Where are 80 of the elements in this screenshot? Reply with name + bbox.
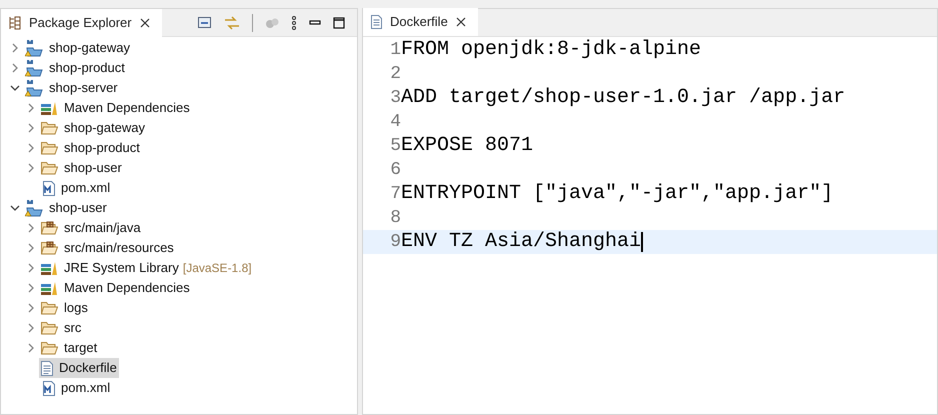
line-number: 2 [389,62,401,86]
collapsed-chevron-icon[interactable] [28,143,34,153]
tab-label: Dockerfile [390,13,448,32]
folder-icon [41,321,58,335]
collapsed-chevron-icon[interactable] [28,303,34,313]
source-folder-icon [41,241,58,255]
tab-label: Package Explorer [29,14,132,32]
line-number: 3 [389,86,401,110]
tree-item[interactable]: src/main/java [39,218,143,238]
code-text: ADD target/shop-user-1.0.jar /app.jar [401,85,846,111]
code-text: ENTRYPOINT ["java","-jar","app.jar"] [401,181,834,207]
line-number: 8 [389,206,401,230]
view-menu-icon[interactable] [291,16,297,30]
collapse-all-icon[interactable] [198,16,212,28]
file-icon [371,15,382,29]
library-books-icon [41,101,58,115]
folder-icon [41,301,58,315]
maximize-icon[interactable] [333,16,345,28]
code-text: EXPOSE 8071 [401,133,534,159]
collapsed-chevron-icon[interactable] [28,163,34,173]
tree-item[interactable]: src/main/resources [39,238,176,258]
expanded-chevron-icon[interactable] [10,205,20,211]
line-number: 5 [389,134,401,158]
close-icon[interactable] [456,17,466,27]
code-text: ENV TZ Asia/Shanghai [401,229,642,255]
explorer-tab[interactable]: Package Explorer [1,8,162,36]
collapsed-chevron-icon[interactable] [28,123,34,133]
library-version: [JavaSE-1.8] [182,260,252,277]
tree-item[interactable]: Dockerfile [39,358,119,378]
tree-item[interactable]: Maven Dependencies [39,98,192,118]
tree-item[interactable]: shop-user [23,198,109,218]
line-number: 6 [389,158,401,182]
collapsed-chevron-icon[interactable] [28,263,34,273]
minimize-icon[interactable] [309,20,321,26]
folder-icon [41,141,58,155]
library-books-icon [41,281,58,295]
collapsed-chevron-icon[interactable] [28,103,34,113]
collapsed-chevron-icon[interactable] [28,343,34,353]
collapsed-chevron-icon[interactable] [12,63,18,73]
close-icon[interactable] [140,18,150,28]
link-arrows-icon[interactable] [224,16,240,30]
tree-item[interactable]: target [39,338,100,358]
source-folder-icon [41,221,58,235]
package-explorer-icon [9,16,21,30]
tree-item[interactable]: pom.xml [39,178,112,198]
collapsed-chevron-icon[interactable] [28,223,34,233]
tree-item[interactable]: shop-user [39,158,124,178]
folder-icon [41,121,58,135]
folder-icon [41,161,58,175]
tree-item[interactable]: shop-gateway [23,38,132,58]
project-folder-icon [25,39,43,57]
project-folder-icon [25,59,43,77]
library-books-icon [41,261,58,275]
project-folder-icon [25,199,43,217]
tree-item[interactable]: shop-gateway [39,118,147,138]
line-number: 7 [389,182,401,206]
maven-file-icon [41,380,55,396]
line-number: 4 [389,110,401,134]
tree-item[interactable]: logs [39,298,90,318]
tree-item[interactable]: Maven Dependencies [39,278,192,298]
line-number: 1 [389,38,401,62]
expanded-chevron-icon[interactable] [10,85,20,91]
line-number: 9 [389,230,401,254]
tree-item[interactable]: shop-server [23,78,120,98]
text-file-icon [41,360,53,376]
folder-icon [41,341,58,355]
collapsed-chevron-icon[interactable] [12,43,18,53]
collapsed-chevron-icon[interactable] [28,243,34,253]
code-text: FROM openjdk:8-jdk-alpine [401,37,702,63]
collapsed-chevron-icon[interactable] [28,323,34,333]
collapsed-chevron-icon[interactable] [28,283,34,293]
tree-item[interactable]: shop-product [23,58,127,78]
tree-item[interactable]: JRE System Library [JavaSE-1.8] [39,258,254,278]
maven-file-icon [41,180,55,196]
text-cursor [641,232,644,252]
tree-item[interactable]: shop-product [39,138,142,158]
project-folder-icon [25,79,43,97]
tree-item[interactable]: src [39,318,84,338]
editor-tab[interactable]: Dockerfile [363,8,478,36]
tree-item[interactable]: pom.xml [39,378,112,398]
